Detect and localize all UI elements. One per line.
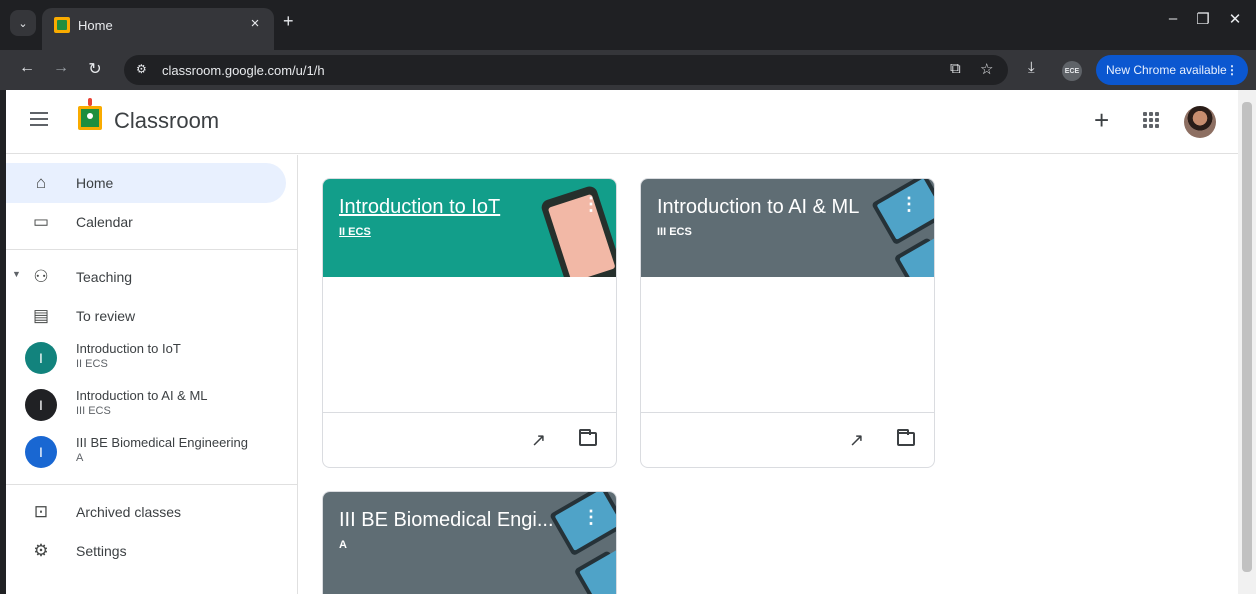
new-tab-button[interactable]: + [283, 11, 294, 32]
card-banner-phone-illustration [539, 184, 616, 277]
app-bar: Classroom + [6, 90, 1238, 154]
card-more-options-icon[interactable]: ⋮ [582, 193, 600, 215]
update-chrome-button[interactable]: New Chrome available ⋮ [1096, 55, 1248, 85]
settings-gear-icon: ⚙ [33, 541, 49, 560]
home-icon: ⌂ [35, 173, 47, 192]
class-name: Introduction to IoT [76, 341, 181, 356]
sidebar-item-label: Teaching [76, 269, 133, 285]
profile-label: ECE [1064, 67, 1080, 75]
class-initial: I [39, 444, 43, 460]
download-icon[interactable]: ⤓ [1028, 59, 1035, 76]
class-card-section[interactable]: II ECS [339, 226, 371, 238]
class-name: Introduction to AI & ML [76, 388, 208, 403]
archive-icon: ⊡ [33, 502, 49, 521]
sidebar-item-archived[interactable]: ⊡ Archived classes [6, 492, 286, 532]
window-close-icon[interactable]: ✕ [1220, 10, 1250, 28]
url-text[interactable]: classroom.google.com/u/1/h [162, 63, 325, 78]
forward-icon[interactable]: → [50, 59, 72, 77]
sidebar-item-class-biomedical[interactable]: I III BE Biomedical Engineering A [6, 429, 286, 475]
classroom-favicon-icon [54, 17, 70, 33]
class-card-section[interactable]: A [339, 539, 347, 551]
class-card-biomedical[interactable]: III BE Biomedical Engi... A ⋮ [322, 491, 617, 594]
sidebar-item-label: Archived classes [76, 504, 182, 520]
sidebar-item-label: Settings [76, 543, 127, 559]
address-bar[interactable]: ⚙ classroom.google.com/u/1/h ⧉ ☆ [124, 55, 1008, 85]
class-card-title[interactable]: Introduction to AI & ML [657, 196, 859, 219]
minimize-icon[interactable]: – [1158, 10, 1188, 27]
class-card-header[interactable]: III BE Biomedical Engi... A ⋮ [323, 492, 616, 594]
update-chrome-label: New Chrome available [1106, 63, 1227, 77]
account-avatar[interactable] [1184, 106, 1216, 138]
class-section: A [76, 452, 84, 464]
more-menu-icon[interactable]: ⋮ [1226, 55, 1238, 85]
site-info-icon[interactable]: ⚙ [136, 62, 147, 76]
card-banner-tablet-illustration [893, 237, 934, 277]
class-card-footer: ↗ [641, 412, 934, 467]
folder-icon[interactable] [579, 429, 597, 446]
bookmark-star-icon[interactable]: ☆ [980, 60, 993, 78]
class-card-title[interactable]: III BE Biomedical Engi... [339, 509, 554, 532]
class-initial: I [39, 397, 43, 413]
sidebar-item-label: Home [76, 175, 114, 191]
browser-tab[interactable]: Home × [42, 8, 274, 50]
tab-close-icon[interactable]: × [246, 15, 264, 32]
sidebar-item-to-review[interactable]: ▤ To review [6, 296, 286, 336]
card-more-options-icon[interactable]: ⋮ [582, 506, 600, 528]
main-menu-icon[interactable] [30, 112, 48, 126]
scrollbar-thumb[interactable] [1242, 102, 1252, 572]
class-initial-avatar: I [25, 436, 57, 468]
review-folder-icon: ▤ [32, 306, 50, 325]
tab-title: Home [78, 18, 113, 33]
install-app-icon[interactable]: ⧉ [950, 60, 961, 77]
page-scrollbar[interactable] [1238, 90, 1256, 594]
class-section: II ECS [76, 358, 108, 370]
calendar-icon: ▭ [32, 212, 50, 231]
app-title[interactable]: Classroom [114, 108, 219, 134]
caret-down-icon[interactable]: ▼ [12, 269, 21, 279]
restore-icon[interactable]: ❐ [1188, 10, 1218, 28]
class-section: III ECS [76, 405, 111, 417]
trending-up-icon[interactable]: ↗ [531, 430, 546, 451]
profile-avatar-icon[interactable]: ECE [1062, 61, 1082, 81]
reload-icon[interactable]: ↻ [84, 59, 106, 79]
class-card-iot[interactable]: Introduction to IoT II ECS ⋮ ↗ [322, 178, 617, 468]
sidebar-item-home[interactable]: ⌂ Home [6, 163, 286, 203]
create-join-class-button[interactable]: + [1094, 105, 1109, 136]
folder-icon[interactable] [897, 429, 915, 446]
class-card-title[interactable]: Introduction to IoT [339, 196, 500, 219]
sidebar-item-settings[interactable]: ⚙ Settings [6, 531, 286, 571]
people-icon: ⚇ [33, 267, 49, 286]
class-initial: I [39, 350, 43, 366]
back-icon[interactable]: ← [16, 59, 38, 77]
sidebar-item-class-ai-ml[interactable]: I Introduction to AI & ML III ECS [6, 382, 286, 428]
sidebar-item-class-iot[interactable]: I Introduction to IoT II ECS [6, 335, 286, 381]
sidebar-item-label: Calendar [76, 214, 133, 230]
class-card-footer: ↗ [323, 412, 616, 467]
card-banner-tablet-illustration [573, 550, 616, 594]
classroom-logo-icon[interactable] [78, 106, 102, 130]
classroom-page: Classroom + ⌂ Home ▭ Calendar ▼ ⚇ Teachi… [6, 90, 1238, 594]
sidebar-divider [6, 484, 298, 485]
class-card-ai-ml[interactable]: Introduction to AI & ML III ECS ⋮ ↗ [640, 178, 935, 468]
tab-search-icon[interactable]: ⌄ [10, 10, 36, 36]
class-name: III BE Biomedical Engineering [76, 435, 248, 450]
browser-tab-strip: ⌄ Home × + – ❐ ✕ [0, 0, 1256, 50]
class-card-header[interactable]: Introduction to AI & ML III ECS ⋮ [641, 179, 934, 277]
class-card-section[interactable]: III ECS [657, 226, 692, 238]
browser-toolbar: ← → ↻ ⚙ classroom.google.com/u/1/h ⧉ ☆ ⤓… [0, 50, 1256, 90]
google-apps-icon[interactable] [1143, 112, 1159, 128]
class-card-header[interactable]: Introduction to IoT II ECS ⋮ [323, 179, 616, 277]
sidebar-item-label: To review [76, 308, 136, 324]
card-more-options-icon[interactable]: ⋮ [900, 193, 918, 215]
logo-candle-icon [88, 98, 92, 106]
sidebar-item-calendar[interactable]: ▭ Calendar [6, 202, 286, 242]
sidebar-item-teaching[interactable]: ▼ ⚇ Teaching [6, 257, 286, 297]
class-initial-avatar: I [25, 342, 57, 374]
class-initial-avatar: I [25, 389, 57, 421]
sidebar: ⌂ Home ▭ Calendar ▼ ⚇ Teaching ▤ To revi… [6, 155, 298, 594]
sidebar-divider [6, 249, 298, 250]
trending-up-icon[interactable]: ↗ [849, 430, 864, 451]
